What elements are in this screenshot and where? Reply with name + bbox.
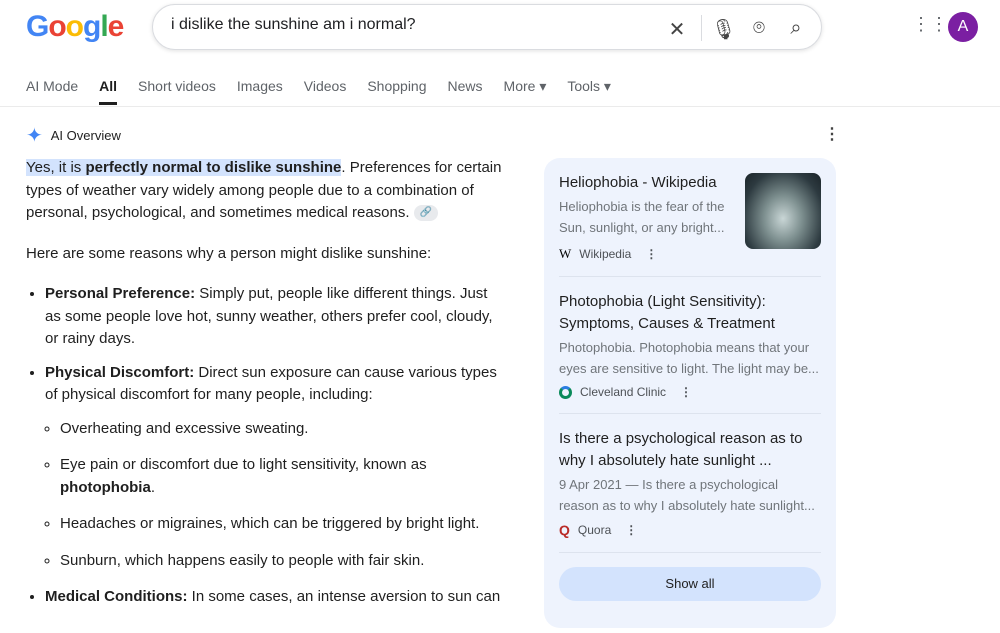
link-icon[interactable]: 🔗 <box>413 205 438 222</box>
sub-list: Overheating and excessive sweating. Eye … <box>45 418 506 573</box>
divider <box>701 15 702 41</box>
search-input[interactable] <box>171 16 651 34</box>
list-item: Overheating and excessive sweating. <box>60 418 506 441</box>
sparkle-icon: ✦ <box>26 125 43 147</box>
list-item: Sunburn, which happens easily to people … <box>60 550 506 573</box>
divider <box>0 106 1000 107</box>
tab-shopping[interactable]: Shopping <box>367 78 426 106</box>
reasons-list: Personal Preference: Simply put, people … <box>26 283 506 609</box>
lens-icon[interactable]: ⌾ <box>748 17 770 40</box>
avatar[interactable]: A <box>948 12 978 42</box>
quora-icon: Q <box>559 522 570 538</box>
source-snippet: Heliophobia is the fear of the Sun, sunl… <box>559 199 725 235</box>
more-options-icon[interactable]: ⋮ <box>824 124 840 144</box>
source-card[interactable]: Heliophobia - Wikipedia Heliophobia is t… <box>559 158 821 277</box>
search-box[interactable]: ✕ 🎙 ⌾ ⌕ <box>152 4 822 50</box>
clear-icon[interactable]: ✕ <box>666 17 688 42</box>
ai-overview-content: Yes, it is perfectly normal to dislike s… <box>26 157 506 620</box>
list-item: Headaches or migraines, which can be tri… <box>60 513 506 536</box>
source-card[interactable]: Is there a psychological reason as to wh… <box>559 414 821 553</box>
more-options-icon[interactable]: ⋮ <box>645 247 657 261</box>
show-all-button[interactable]: Show all <box>559 567 821 601</box>
list-item: Personal Preference: Simply put, people … <box>45 283 506 351</box>
source-site: Quora <box>577 523 612 537</box>
tab-news[interactable]: News <box>448 78 483 106</box>
google-logo[interactable]: Google <box>26 10 124 44</box>
search-tabs: AI Mode All Short videos Images Videos S… <box>26 78 632 106</box>
ai-overview-header: ✦ AI Overview <box>26 123 121 148</box>
list-item: Medical Conditions: In some cases, an in… <box>45 586 506 609</box>
source-site: Wikipedia <box>579 247 632 261</box>
source-card[interactable]: Photophobia (Light Sensitivity): Symptom… <box>559 277 821 414</box>
intro: Yes, it is perfectly normal to dislike s… <box>26 157 506 225</box>
tab-more[interactable]: More ▾ <box>504 78 547 106</box>
tab-tools[interactable]: Tools ▾ <box>567 78 611 106</box>
source-site: Cleveland Clinic <box>580 385 667 399</box>
ai-overview-title: AI Overview <box>50 128 121 143</box>
tab-short-videos[interactable]: Short videos <box>138 78 216 106</box>
source-title[interactable]: Is there a psychological reason as to wh… <box>559 428 821 472</box>
list-item: Physical Discomfort: Direct sun exposure… <box>45 362 506 573</box>
wikipedia-icon: W <box>559 246 572 261</box>
tab-videos[interactable]: Videos <box>304 78 347 106</box>
source-thumbnail[interactable] <box>745 173 821 249</box>
more-options-icon[interactable]: ⋮ <box>625 523 637 537</box>
search-icon[interactable]: ⌕ <box>785 17 807 40</box>
microphone-icon[interactable]: 🎙 <box>711 17 736 42</box>
tab-all[interactable]: All <box>99 78 117 106</box>
cleveland-clinic-icon <box>559 385 572 399</box>
tab-images[interactable]: Images <box>237 78 283 106</box>
source-snippet: 9 Apr 2021 — Is there a psychological re… <box>559 477 815 513</box>
source-snippet: Photophobia. Photophobia means that your… <box>559 340 819 376</box>
sources-panel: Heliophobia - Wikipedia Heliophobia is t… <box>544 158 836 628</box>
more-options-icon[interactable]: ⋮ <box>680 385 692 399</box>
lead: Here are some reasons why a person might… <box>26 244 432 262</box>
highlight-bold: perfectly normal to dislike sunshine <box>85 159 342 176</box>
tab-ai-mode[interactable]: AI Mode <box>26 78 78 106</box>
source-title[interactable]: Heliophobia - Wikipedia <box>559 172 739 194</box>
source-title[interactable]: Photophobia (Light Sensitivity): Symptom… <box>559 291 821 335</box>
list-item: Eye pain or discomfort due to light sens… <box>60 454 506 499</box>
highlight: Yes, it is <box>26 159 86 176</box>
